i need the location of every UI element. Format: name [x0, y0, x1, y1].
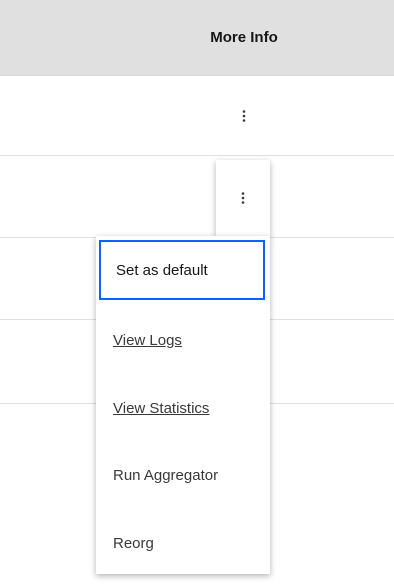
menu-item-run-aggregator[interactable]: Run Aggregator: [96, 444, 270, 506]
overflow-menu-vertical-icon: [242, 110, 246, 122]
table-header-row: More Info: [0, 0, 394, 76]
row-2-overflow-menu-button[interactable]: [216, 160, 270, 236]
data-table: More Info Set as default View Logs View …: [0, 0, 394, 588]
table-row: [0, 156, 394, 238]
menu-item-reorg[interactable]: Reorg: [96, 512, 270, 574]
overflow-menu-vertical-icon: [241, 192, 245, 204]
table-row: [0, 76, 394, 156]
menu-item-view-statistics[interactable]: View Statistics: [96, 376, 270, 440]
menu-item-view-logs[interactable]: View Logs: [96, 308, 270, 372]
menu-item-set-as-default[interactable]: Set as default: [99, 240, 265, 300]
row-1-overflow-menu-button[interactable]: [220, 92, 268, 140]
column-header-more-info: More Info: [210, 29, 278, 46]
overflow-menu: Set as default View Logs View Statistics…: [96, 236, 270, 574]
